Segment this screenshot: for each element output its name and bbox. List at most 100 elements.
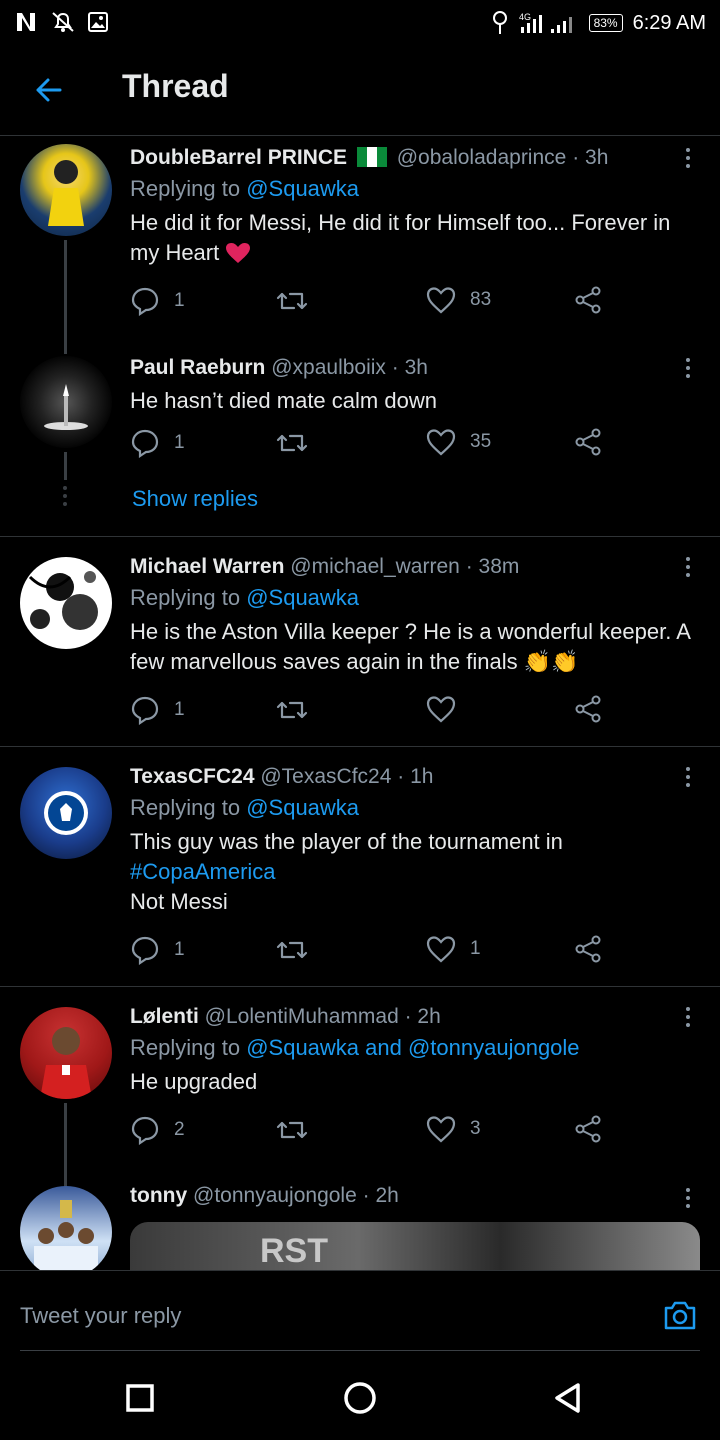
replying-to: Replying to @Squawka: [130, 176, 700, 202]
back-arrow-icon[interactable]: [30, 70, 70, 110]
reply-count: 1: [174, 290, 185, 311]
tweet[interactable]: DoubleBarrel PRINCE @obaloladaprince · 3…: [0, 136, 720, 354]
retweet-button[interactable]: [276, 428, 308, 458]
signal-icon: 4G: [519, 12, 572, 33]
heart-icon: [426, 696, 456, 723]
retweet-icon: [276, 434, 308, 452]
reply-count: 1: [174, 699, 185, 720]
mention-link[interactable]: @Squawka: [246, 585, 359, 610]
reply-button[interactable]: 1: [130, 695, 185, 725]
timestamp: · 38m: [465, 555, 520, 578]
battery-icon: 83%: [588, 14, 623, 32]
show-replies-link[interactable]: Show replies: [132, 486, 258, 512]
tweet-meta: Lølenti @LolentiMuhammad · 2h: [130, 1005, 700, 1029]
handle[interactable]: @obaloladaprince: [397, 146, 567, 169]
tweet-text-content: He is the Aston Villa keeper ? He is a w…: [130, 619, 690, 674]
location-icon: [492, 11, 507, 34]
share-button[interactable]: [574, 1115, 602, 1143]
retweet-button[interactable]: [276, 935, 308, 965]
retweet-button[interactable]: [276, 286, 308, 316]
share-button[interactable]: [574, 286, 602, 314]
tweet-media[interactable]: RST: [130, 1222, 700, 1270]
media-text: RST: [260, 1232, 328, 1270]
like-button[interactable]: 35: [426, 428, 491, 456]
replying-prefix: Replying to: [130, 795, 241, 820]
reply-button[interactable]: 1: [130, 935, 185, 965]
tweet-meta: TexasCFC24 @TexasCfc24 · 1h: [130, 765, 700, 789]
like-button[interactable]: 3: [426, 1115, 481, 1143]
reply-icon: [131, 429, 159, 458]
display-name[interactable]: Lølenti: [130, 1005, 199, 1028]
retweet-button[interactable]: [276, 695, 308, 725]
tweet[interactable]: TexasCFC24 @TexasCfc24 · 1h Replying to …: [0, 747, 720, 986]
heart-icon: [426, 1116, 456, 1143]
timestamp: · 2h: [404, 1005, 441, 1028]
thread-feed[interactable]: DoubleBarrel PRINCE @obaloladaprince · 3…: [0, 136, 720, 1270]
home-icon[interactable]: [340, 1378, 380, 1418]
tweet-text-line: Not Messi: [130, 889, 228, 914]
camera-icon[interactable]: [662, 1297, 698, 1333]
tweet-actions: 1: [130, 695, 610, 729]
avatar[interactable]: [20, 1186, 112, 1270]
tweet[interactable]: Lølenti @LolentiMuhammad · 2h Replying t…: [0, 987, 720, 1197]
reply-input[interactable]: Tweet your reply: [20, 1303, 181, 1329]
share-icon: [575, 286, 601, 314]
tweet[interactable]: tonny @tonnyaujongole · 2h RST: [0, 1176, 720, 1270]
tweet-meta: tonny @tonnyaujongole · 2h: [130, 1184, 700, 1208]
notifications-off-icon: [52, 12, 74, 32]
heart-icon: [426, 936, 456, 963]
retweet-icon: [276, 292, 308, 310]
reply-count: 2: [174, 1119, 185, 1140]
retweet-button[interactable]: [276, 1115, 308, 1145]
avatar[interactable]: [20, 1007, 112, 1099]
recents-icon[interactable]: [120, 1378, 160, 1418]
avatar[interactable]: [20, 144, 112, 236]
handle[interactable]: @LolentiMuhammad: [205, 1005, 399, 1028]
share-icon: [575, 428, 601, 456]
nigeria-flag-icon: [356, 147, 387, 167]
tweet[interactable]: Paul Raeburn @xpaulboiix · 3h He hasn’t …: [0, 346, 720, 536]
tweet-actions: 1 1: [130, 935, 610, 969]
reply-composer[interactable]: Tweet your reply: [0, 1270, 720, 1351]
like-button[interactable]: 83: [426, 286, 491, 314]
share-button[interactable]: [574, 695, 602, 723]
avatar[interactable]: [20, 767, 112, 859]
heart-icon: [426, 429, 456, 456]
share-icon: [575, 695, 601, 723]
display-name[interactable]: tonny: [130, 1184, 187, 1207]
like-button[interactable]: 1: [426, 935, 481, 963]
reply-button[interactable]: 1: [130, 428, 185, 458]
hashtag-link[interactable]: #CopaAmerica: [130, 857, 700, 887]
tweet[interactable]: Michael Warren @michael_warren · 38m Rep…: [0, 537, 720, 746]
handle[interactable]: @xpaulboiix: [271, 356, 386, 379]
reply-icon: [131, 936, 159, 965]
display-name[interactable]: TexasCFC24: [130, 765, 255, 788]
reply-button[interactable]: 1: [130, 286, 185, 316]
mention-link[interactable]: @Squawka: [246, 795, 359, 820]
thread-header: Thread: [0, 46, 720, 136]
avatar[interactable]: [20, 356, 112, 448]
mention-link[interactable]: @Squawka and @tonnyaujongole: [246, 1035, 579, 1060]
heart-icon: [426, 287, 456, 314]
share-button[interactable]: [574, 935, 602, 963]
display-name[interactable]: DoubleBarrel PRINCE: [130, 146, 347, 169]
handle[interactable]: @michael_warren: [290, 555, 460, 578]
tweet-actions: 1 35: [130, 428, 610, 462]
tweet-text: He is the Aston Villa keeper ? He is a w…: [130, 617, 700, 677]
share-icon: [575, 1115, 601, 1143]
share-button[interactable]: [574, 428, 602, 456]
mention-link[interactable]: @Squawka: [246, 176, 359, 201]
display-name[interactable]: Michael Warren: [130, 555, 284, 578]
display-name[interactable]: Paul Raeburn: [130, 356, 265, 379]
like-button[interactable]: [426, 695, 456, 723]
timestamp: · 2h: [362, 1184, 399, 1207]
handle[interactable]: @tonnyaujongole: [193, 1184, 357, 1207]
back-icon[interactable]: [548, 1378, 588, 1418]
tweet-text: He did it for Messi, He did it for Himse…: [130, 208, 700, 268]
handle[interactable]: @TexasCfc24: [260, 765, 391, 788]
clap-emoji-icon: 👏👏: [523, 649, 579, 674]
replying-to: Replying to @Squawka and @tonnyaujongole: [130, 1035, 700, 1061]
thread-line: [64, 452, 67, 480]
reply-button[interactable]: 2: [130, 1115, 185, 1145]
avatar[interactable]: [20, 557, 112, 649]
